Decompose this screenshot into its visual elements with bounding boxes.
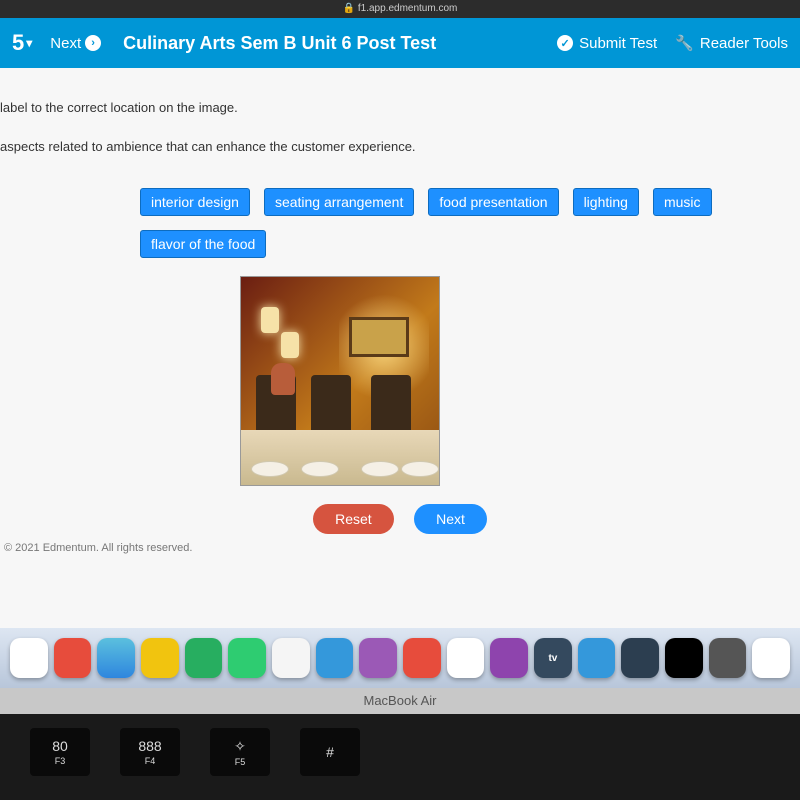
keyboard: 80 F3 888 F4 ✧ F5 # — [0, 714, 800, 800]
tag-music[interactable]: music — [653, 188, 712, 216]
action-buttons: Reset Next — [0, 504, 800, 534]
dock-app-appstore-icon[interactable] — [578, 638, 616, 678]
tag-flavor-of-the-food[interactable]: flavor of the food — [140, 230, 266, 258]
tag-seating-arrangement[interactable]: seating arrangement — [264, 188, 414, 216]
dock-app-appletv-icon[interactable]: tv — [534, 638, 572, 678]
dock-app-notes-icon[interactable] — [141, 638, 179, 678]
dock-app-music-icon[interactable] — [447, 638, 485, 678]
check-icon: ✓ — [557, 35, 573, 51]
dock-app-facetime-icon[interactable] — [228, 638, 266, 678]
app-header: 5▾ Next › Culinary Arts Sem B Unit 6 Pos… — [0, 18, 800, 68]
next-question-button[interactable]: Next › — [50, 35, 101, 52]
key-hash: # — [300, 728, 360, 776]
instruction-line-2: aspects related to ambience that can enh… — [0, 137, 800, 164]
tag-interior-design[interactable]: interior design — [140, 188, 250, 216]
copyright-text: © 2021 Edmentum. All rights reserved. — [0, 534, 800, 562]
dock-app-settings-icon[interactable] — [621, 638, 659, 678]
url-text: f1.app.edmentum.com — [358, 3, 458, 14]
key-f5: ✧ F5 — [210, 728, 270, 776]
browser-url-bar: 🔒 f1.app.edmentum.com — [0, 0, 800, 18]
chevron-down-icon: ▾ — [26, 36, 32, 50]
dock-app-chrome-icon[interactable] — [752, 638, 790, 678]
reset-button[interactable]: Reset — [313, 504, 394, 534]
arrow-right-icon: › — [85, 35, 101, 51]
question-content: label to the correct location on the ima… — [0, 68, 800, 628]
dock-app-calendar-icon[interactable] — [54, 638, 92, 678]
dock-app-news-icon[interactable] — [403, 638, 441, 678]
dock-app-finder-icon[interactable] — [10, 638, 48, 678]
wrench-icon: 🔧 — [675, 34, 694, 52]
instruction-line-1: label to the correct location on the ima… — [0, 98, 800, 125]
dock-app-podcast2-icon[interactable] — [490, 638, 528, 678]
tag-food-presentation[interactable]: food presentation — [428, 188, 558, 216]
key-f4: 888 F4 — [120, 728, 180, 776]
dock-app-generic-icon[interactable] — [709, 638, 747, 678]
question-number-dropdown[interactable]: 5▾ — [12, 30, 32, 56]
macos-dock: tv — [0, 628, 800, 688]
dock-app-messages-icon[interactable] — [185, 638, 223, 678]
dock-app-podcasts-icon[interactable] — [359, 638, 397, 678]
drop-target-image[interactable] — [240, 276, 440, 486]
submit-test-button[interactable]: ✓ Submit Test — [557, 35, 657, 52]
next-button[interactable]: Next — [414, 504, 487, 534]
dock-app-maps-icon[interactable] — [316, 638, 354, 678]
laptop-model-label: MacBook Air — [0, 688, 800, 714]
reader-tools-button[interactable]: 🔧 Reader Tools — [675, 34, 788, 52]
dock-app-terminal-icon[interactable] — [665, 638, 703, 678]
dock-app-mail-icon[interactable] — [272, 638, 310, 678]
dock-app-safari-icon[interactable] — [97, 638, 135, 678]
draggable-tags-container: interior design seating arrangement food… — [140, 188, 760, 258]
key-f3: 80 F3 — [30, 728, 90, 776]
tag-lighting[interactable]: lighting — [573, 188, 639, 216]
test-title: Culinary Arts Sem B Unit 6 Post Test — [123, 33, 436, 54]
